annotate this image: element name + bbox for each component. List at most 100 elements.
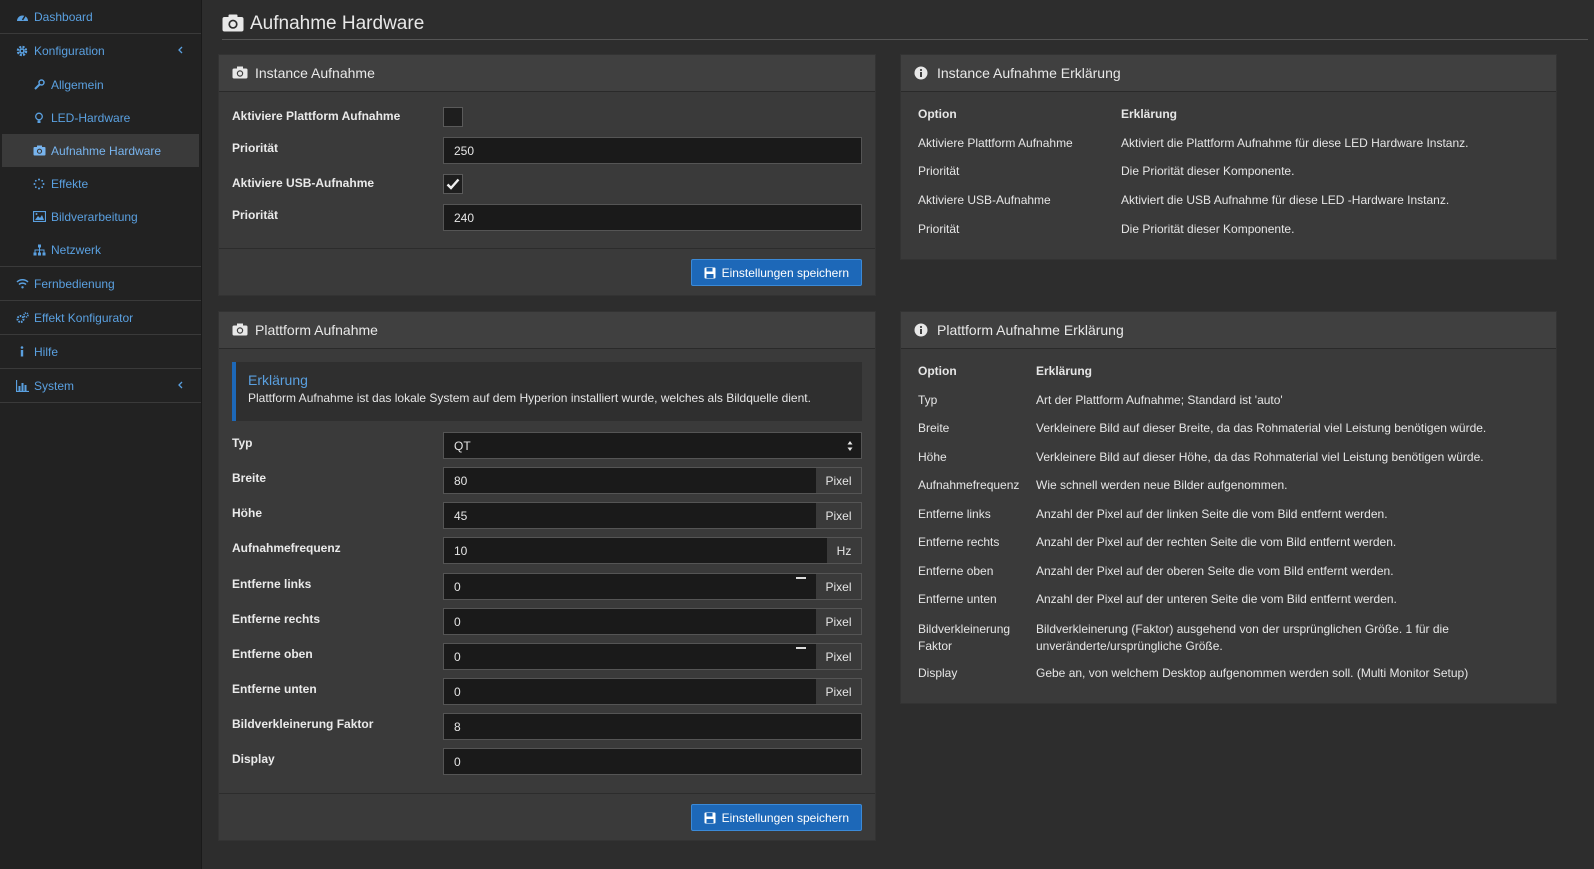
platform-priority-input[interactable]: 250	[443, 137, 862, 164]
panel-title: Plattform Aufnahme Erklärung	[937, 322, 1124, 338]
size-decimation-input[interactable]: 8	[443, 713, 862, 740]
gears-icon	[15, 311, 29, 325]
save-button[interactable]: Einstellungen speichern	[690, 259, 862, 286]
explanation-cell: Verkleinere Bild auf dieser Höhe, da das…	[1036, 450, 1484, 464]
sidebar-item-system[interactable]: System	[0, 369, 201, 403]
field-label: Aktiviere USB-Aufnahme	[232, 176, 375, 190]
form-row: Entferne rechts 0 Pixel	[232, 608, 862, 635]
chevron-left-icon	[175, 379, 187, 391]
sidebar-item-label: LED-Hardware	[51, 110, 131, 125]
sidebar-item-konfiguration[interactable]: Konfiguration	[0, 34, 201, 68]
sidebar-item-dashboard[interactable]: Dashboard	[0, 0, 201, 34]
table-row: Höhe Verkleinere Bild auf dieser Höhe, d…	[918, 450, 1539, 478]
sidebar-item-led-hardware[interactable]: LED-Hardware	[0, 101, 201, 134]
enable-platform-capture-checkbox[interactable]	[443, 107, 463, 127]
sidebar-item-label: Effekte	[51, 176, 89, 191]
explanation-cell: Die Priorität dieser Komponente.	[1121, 222, 1295, 236]
table-row: Entferne unten Anzahl der Pixel auf der …	[918, 592, 1539, 621]
sidebar-item-label: Hilfe	[34, 344, 59, 359]
type-select[interactable]: QT	[443, 432, 862, 459]
sidebar-item-label: Allgemein	[51, 77, 104, 92]
sitemap-icon	[32, 243, 46, 257]
explanation-cell: Bildverkleinerung (Faktor) ausgehend von…	[1036, 622, 1449, 653]
crop-bottom-input[interactable]: 0	[443, 678, 817, 705]
sidebar-item-label: Aufnahme Hardware	[51, 143, 162, 158]
form-row: Entferne unten 0 Pixel	[232, 678, 862, 705]
form-row: Aktiviere USB-Aufnahme	[232, 174, 862, 201]
floppy-icon	[704, 812, 716, 824]
crop-top-input[interactable]: 0	[443, 643, 817, 670]
form-row: Display 0	[232, 748, 862, 775]
type-select-value: QT	[454, 438, 471, 453]
panel-header: Plattform Aufnahme	[219, 312, 875, 349]
width-input[interactable]: 80	[443, 467, 817, 494]
explanation-table: Option Erklärung Typ Art der Plattform A…	[918, 364, 1539, 694]
explanation-callout: Erklärung Plattform Aufnahme ist das lok…	[232, 362, 862, 421]
enable-usb-capture-checkbox[interactable]	[443, 174, 463, 194]
sidebar-item-allgemein[interactable]: Allgemein	[0, 68, 201, 101]
unit-addon: Pixel	[816, 467, 862, 494]
crop-left-input[interactable]: 0	[443, 573, 817, 600]
form-row: Priorität 240	[232, 204, 862, 231]
save-button[interactable]: Einstellungen speichern	[690, 804, 862, 831]
form-row: Bildverkleinerung Faktor 8	[232, 713, 862, 740]
field-label: Entferne unten	[232, 682, 317, 696]
option-cell: Entferne rechts	[918, 535, 1000, 549]
explanation-cell: Art der Plattform Aufnahme; Standard ist…	[1036, 393, 1283, 407]
unit-addon: Hz	[827, 537, 862, 564]
form-row: Aufnahmefrequenz 10 Hz	[232, 537, 862, 564]
sidebar-item-effekt-konfigurator[interactable]: Effekt Konfigurator	[0, 301, 201, 335]
page-header: Aufnahme Hardware	[222, 8, 1588, 40]
instance-capture-panel: Instance Aufnahme Aktiviere Plattform Au…	[218, 54, 876, 296]
sidebar-item-aufnahme-hardware[interactable]: Aufnahme Hardware	[2, 134, 199, 167]
explanation-cell: Die Priorität dieser Komponente.	[1121, 164, 1295, 178]
explanation-cell: Verkleinere Bild auf dieser Breite, da d…	[1036, 421, 1487, 435]
table-row: Priorität Die Priorität dieser Komponent…	[918, 222, 1539, 250]
display-input[interactable]: 0	[443, 748, 862, 775]
panel-footer: Einstellungen speichern	[219, 793, 875, 840]
table-row: Aktiviere USB-Aufnahme Aktiviert die USB…	[918, 193, 1539, 222]
frequency-input[interactable]: 10	[443, 537, 828, 564]
panel-header: Instance Aufnahme	[219, 55, 875, 92]
sidebar-item-label: Fernbedienung	[34, 276, 115, 291]
checkmark-icon	[446, 178, 460, 190]
table-row: Typ Art der Plattform Aufnahme; Standard…	[918, 393, 1539, 421]
sidebar-item-effekte[interactable]: Effekte	[0, 167, 201, 200]
info-circle-icon	[914, 66, 930, 80]
option-cell: Entferne unten	[918, 592, 997, 606]
usb-priority-input[interactable]: 240	[443, 204, 862, 231]
table-row: Entferne links Anzahl der Pixel auf der …	[918, 507, 1539, 535]
info-circle-icon	[914, 323, 930, 337]
explanation-cell: Anzahl der Pixel auf der unteren Seite d…	[1036, 592, 1397, 606]
sidebar-item-bildverarbeitung[interactable]: Bildverarbeitung	[0, 200, 201, 233]
column-header-explanation: Erklärung	[1036, 364, 1093, 378]
sidebar-item-fernbedienung[interactable]: Fernbedienung	[0, 267, 201, 301]
sidebar-item-hilfe[interactable]: Hilfe	[0, 335, 201, 369]
explanation-cell: Anzahl der Pixel auf der rechten Seite d…	[1036, 535, 1397, 549]
crop-right-input[interactable]: 0	[443, 608, 817, 635]
form-row: Entferne oben 0 Pixel	[232, 643, 862, 670]
unit-addon: Pixel	[816, 573, 862, 600]
field-label: Aktiviere Plattform Aufnahme	[232, 109, 401, 123]
chevron-left-icon	[175, 44, 187, 56]
lightbulb-icon	[32, 111, 46, 125]
sidebar-item-netzwerk[interactable]: Netzwerk	[0, 233, 201, 266]
table-row: Aktiviere Plattform Aufnahme Aktiviert d…	[918, 136, 1539, 164]
crop-top-value: 0	[454, 649, 461, 664]
height-input[interactable]: 45	[443, 502, 817, 529]
explanation-cell: Aktiviert die USB Aufnahme für diese LED…	[1121, 193, 1450, 207]
sidebar: Dashboard Konfiguration Allgemein LED-Ha…	[0, 0, 202, 869]
option-cell: Aktiviere Plattform Aufnahme	[918, 136, 1073, 150]
explanation-cell: Wie schnell werden neue Bilder aufgenomm…	[1036, 478, 1288, 492]
option-cell: Bildverkleinerung Faktor	[918, 622, 1011, 653]
option-cell: Entferne oben	[918, 564, 994, 578]
field-label: Typ	[232, 436, 253, 450]
image-icon	[32, 210, 46, 224]
unit-addon: Pixel	[816, 608, 862, 635]
form-row: Priorität 250	[232, 137, 862, 164]
spinner-indicator	[796, 577, 806, 579]
option-cell: Breite	[918, 421, 950, 435]
column-header-explanation: Erklärung	[1121, 107, 1178, 121]
save-button-label: Einstellungen speichern	[721, 265, 849, 280]
panel-title: Instance Aufnahme Erklärung	[937, 65, 1121, 81]
